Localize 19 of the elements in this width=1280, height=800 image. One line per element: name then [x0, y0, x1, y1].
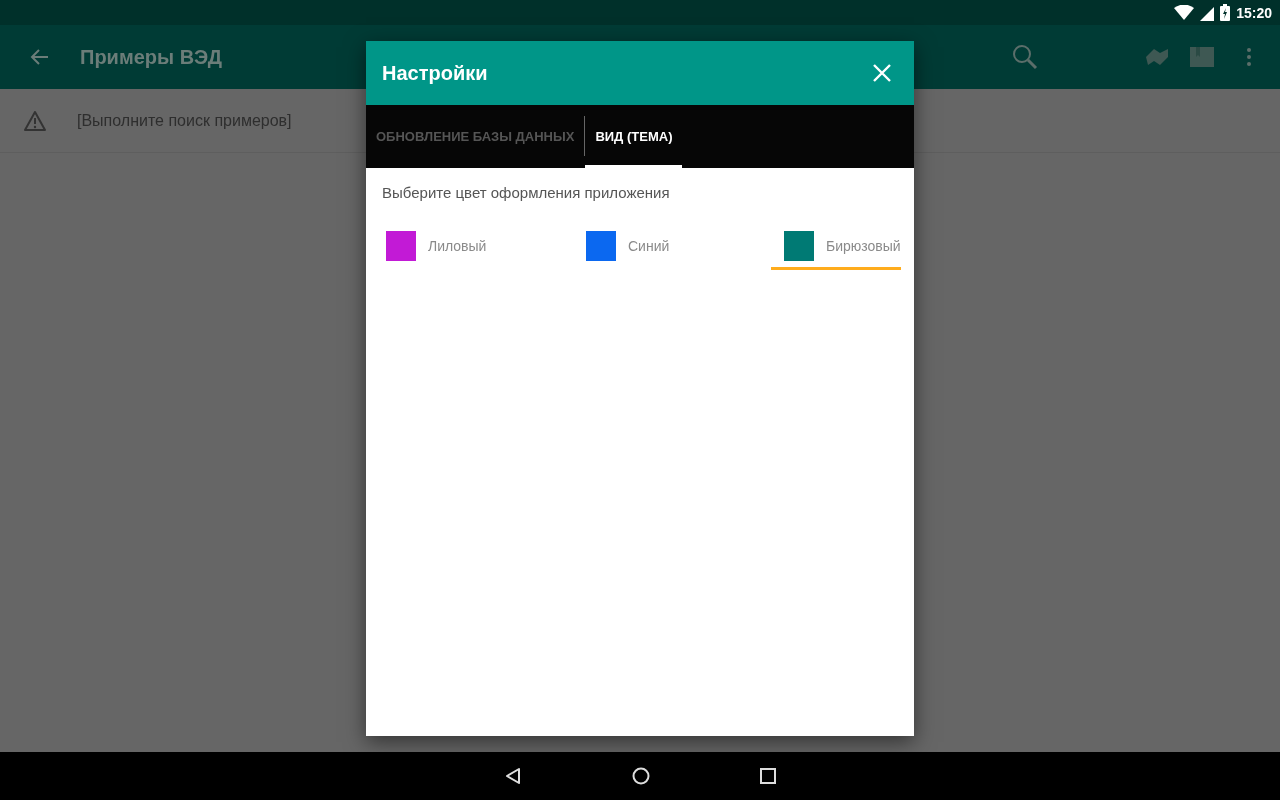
recents-icon[interactable]: [760, 768, 776, 784]
theme-option[interactable]: Бирюзовый: [771, 225, 901, 270]
back-arrow-icon[interactable]: [30, 47, 50, 67]
app-title: Примеры ВЭД: [80, 45, 223, 69]
battery-icon: [1220, 4, 1231, 21]
warning-icon: [24, 110, 46, 131]
tab[interactable]: ВИД (ТЕМА): [585, 105, 683, 168]
back-icon[interactable]: [504, 767, 522, 785]
dialog-title: Настройки: [382, 61, 488, 85]
status-time: 15:20: [1236, 4, 1272, 21]
tab[interactable]: ОБНОВЛЕНИЕ БАЗЫ ДАННЫХ: [366, 105, 585, 168]
prompt-text: Выберите цвет оформления приложения: [382, 184, 671, 201]
wifi-icon: [1174, 4, 1195, 21]
theme-option[interactable]: Лиловый: [382, 225, 582, 270]
close-icon[interactable]: [873, 64, 891, 82]
more-options-icon[interactable]: [1246, 47, 1252, 67]
search-icon[interactable]: [1012, 44, 1038, 70]
empty-message: [Выполните поиск примеров]: [77, 111, 292, 130]
home-icon[interactable]: [632, 767, 650, 785]
